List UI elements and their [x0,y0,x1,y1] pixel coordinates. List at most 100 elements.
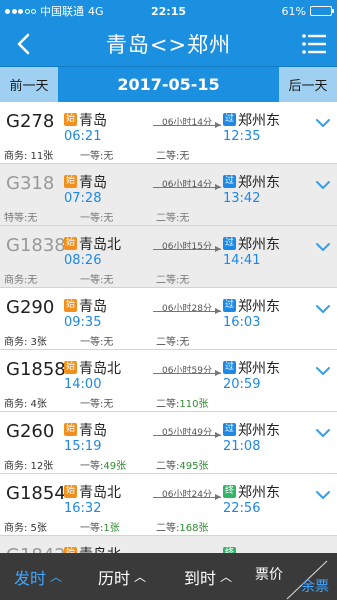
chevron-down-icon[interactable] [315,117,331,129]
first-class-count: 无 [103,275,114,286]
chevron-left-icon[interactable] [12,32,36,56]
travel-duration: 06小时14分 [162,180,212,190]
arrival-station: 郑州东 [238,299,280,315]
train-row[interactable]: G260 始青岛 15:19 05小时49分过郑州东 21:08 商务: 12张 一等:49… [0,412,337,474]
second-class-label: 二等: [156,461,180,472]
business-seats: 商务: 5张 [4,523,47,534]
caret-up-icon: ︿ [50,570,63,584]
train-code: G1858 [6,359,66,380]
first-class-count: 49张 [103,461,127,472]
travel-duration: 06小时24分 [162,490,212,500]
sort-tab-bar: 发时 ︿ 历时 ︿ 到时 ︿ 票价 余票 [0,553,337,600]
business-seats: 商务: 11张 [4,151,54,162]
caret-up-icon: ︿ [134,570,147,584]
prev-day-button[interactable]: 前一天 [0,67,58,102]
destination-type-badge: 过 [223,423,236,436]
arrival-time: 12:35 [223,129,261,144]
arrival-time: 20:59 [223,377,261,392]
departure-station: 青岛 [79,113,107,129]
departure-time: 16:32 [64,501,102,516]
first-class-label: 一等: [80,399,104,410]
arrow-right-icon [153,494,221,500]
arrow-right-icon [153,184,221,190]
train-row[interactable]: G1842始青岛北终 [0,536,337,553]
sort-duration-tab[interactable]: 历时 ︿ [84,553,170,600]
arrival-time: 13:42 [223,191,261,206]
chevron-down-icon[interactable] [315,489,331,501]
train-row[interactable]: G318 始青岛 07:28 06小时14分过郑州东 13:42 特等:无 一等:无 二等:无 [0,164,337,226]
first-class-seats: 一等:无 [80,271,113,286]
travel-duration: 06小时59分 [162,366,212,376]
arrival-station: 郑州东 [238,237,280,253]
sort-arrive-time-label: 到时 [184,568,217,588]
sort-depart-time-tab[interactable]: 发时 ︿ [0,553,84,600]
arrival-station: 郑州东 [238,175,280,191]
second-class-count: 110张 [179,399,209,410]
second-class-label: 二等: [156,213,180,224]
first-class-seats: 一等:无 [80,395,113,410]
first-class-label: 一等: [80,151,104,162]
departure-time: 09:35 [64,315,102,330]
destination-type-badge: 过 [223,361,236,374]
business-seats: 特等:无 [4,213,38,224]
arrival-station: 郑州东 [238,423,280,439]
second-class-count: 无 [179,151,190,162]
arrival-station: 郑州东 [238,113,280,129]
second-class-count: 无 [179,275,190,286]
business-seats: 商务:无 [4,275,38,286]
first-class-seats: 一等:无 [80,333,113,348]
second-class-seats: 二等:无 [156,333,189,348]
second-class-count: 168张 [179,523,209,534]
train-code: G1854 [6,483,66,504]
train-row[interactable]: G290 始青岛 09:35 06小时28分过郑州东 16:03 商务: 3张 一等:无 二等… [0,288,337,350]
date-bar: 前一天 2017-05-15 后一天 [0,66,337,102]
departure-time: 15:19 [64,439,102,454]
first-class-seats: 一等:无 [80,209,113,224]
second-class-label: 二等: [156,337,180,348]
current-date[interactable]: 2017-05-15 [58,75,279,94]
second-class-label: 二等: [156,151,180,162]
first-class-label: 一等: [80,461,104,472]
arrival-time: 16:03 [223,315,261,330]
network-type: 4G [88,4,104,18]
arrow-right-icon [153,370,221,376]
carrier-name: 中国联通 [40,5,84,18]
arrival-time: 22:56 [223,501,261,516]
chevron-down-icon[interactable] [315,303,331,315]
train-list: G278 始青岛 06:21 06小时14分过郑州东 12:35 商务: 11张 一等:无二… [0,102,337,553]
chevron-down-icon[interactable] [315,241,331,253]
second-class-label: 二等: [156,523,180,534]
train-row[interactable]: G1838 始青岛北 08:26 06小时15分过郑州东 14:41 商务:无 一等:无 二等… [0,226,337,288]
status-bar: 中国联通 4G 22:15 61% [0,0,337,22]
departure-station: 青岛北 [79,361,121,377]
first-class-label: 一等: [80,523,104,534]
second-class-seats: 二等:无 [156,209,189,224]
first-class-seats: 一等:无 [80,147,113,162]
second-class-seats: 二等:168张 [156,519,208,534]
first-class-label: 一等: [80,337,104,348]
menu-icon[interactable] [301,32,327,56]
chevron-down-icon[interactable] [315,179,331,191]
train-code: G290 [6,297,55,318]
train-row[interactable]: G278 始青岛 06:21 06小时14分过郑州东 12:35 商务: 11张 一等:无二… [0,102,337,164]
chevron-down-icon[interactable] [315,365,331,377]
next-day-button[interactable]: 后一天 [279,67,337,102]
second-class-count: 无 [179,213,190,224]
sort-depart-time-label: 发时 [14,568,47,588]
second-class-seats: 二等:无 [156,147,189,162]
first-class-seats: 一等:49张 [80,457,126,472]
origin-type-badge: 始 [64,113,77,126]
train-row[interactable]: G1854 始青岛北 16:32 06小时24分终郑州东 22:56 商务: 5张 一等:1… [0,474,337,536]
departure-station: 青岛 [79,423,107,439]
departure-time: 06:21 [64,129,102,144]
second-class-label: 二等: [156,399,180,410]
train-row[interactable]: G1858 始青岛北 14:00 06小时59分 过郑州东 20:59 商务: 4张 一等:无… [0,350,337,412]
arrival-station: 郑州东 [238,361,280,377]
origin-type-badge: 始 [64,361,77,374]
arrival-time: 21:08 [223,439,261,454]
second-class-label: 二等: [156,275,180,286]
price-remaining-toggle[interactable]: 票价 余票 [249,553,337,600]
battery-percent: 61% [281,4,306,18]
chevron-down-icon[interactable] [315,427,331,439]
sort-arrive-time-tab[interactable]: 到时 ︿ [170,553,248,600]
